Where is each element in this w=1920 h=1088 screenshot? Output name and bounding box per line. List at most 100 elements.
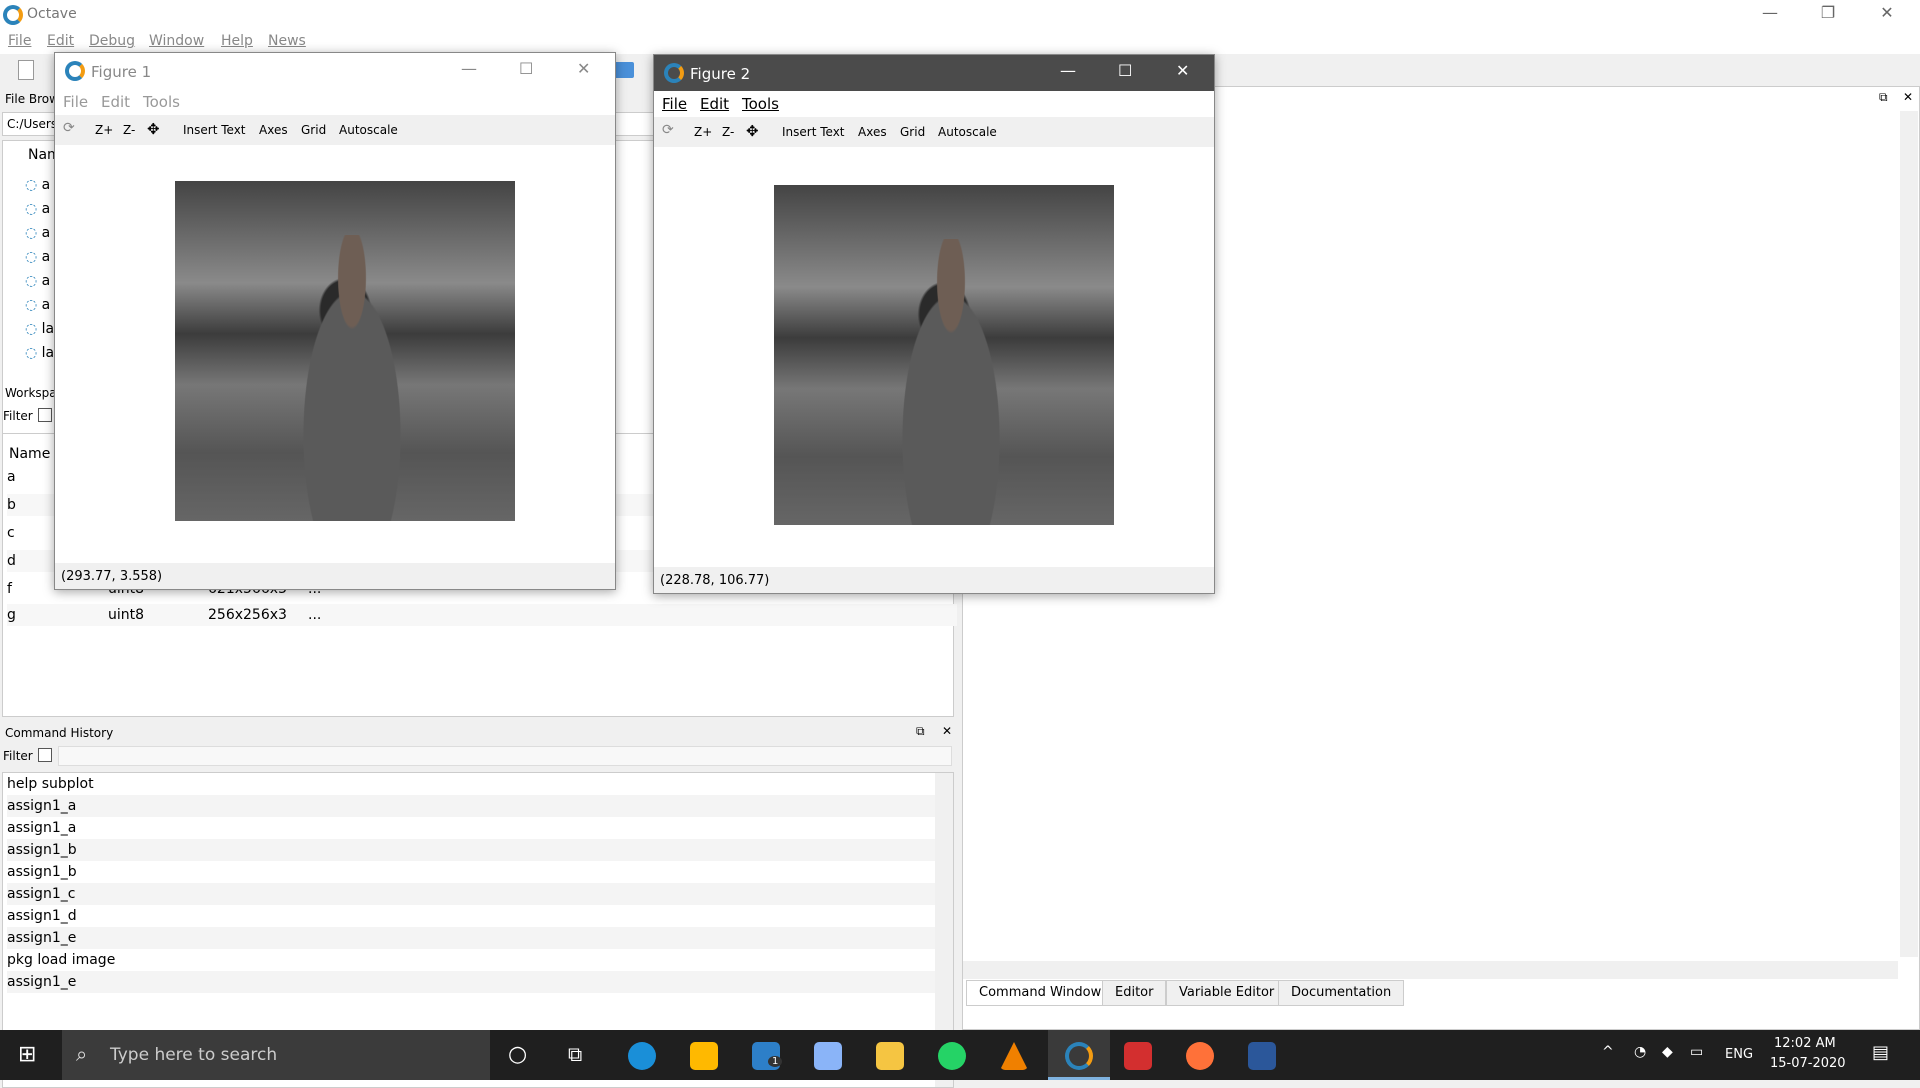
chevron-up-icon[interactable]: ^ [1602, 1044, 1614, 1060]
folder-icon[interactable] [614, 62, 634, 78]
fig2-menu-tools[interactable]: Tools [742, 95, 779, 113]
history-filter-input[interactable] [58, 746, 952, 766]
axes-button[interactable]: Axes [858, 125, 887, 139]
table-row[interactable]: g uint8 256x256x3 ... [7, 604, 957, 626]
octave-taskbar-item[interactable] [1048, 1030, 1110, 1080]
file-explorer-icon[interactable] [876, 1042, 904, 1070]
rotate-icon[interactable]: ⟳ [662, 122, 674, 138]
wifi-icon[interactable]: ◔ [1634, 1044, 1646, 1060]
autoscale-button[interactable]: Autoscale [938, 125, 997, 139]
rotate-icon[interactable]: ⟳ [63, 120, 75, 136]
new-file-icon[interactable] [18, 60, 34, 80]
fig1-menu-edit[interactable]: Edit [101, 93, 130, 111]
file-item[interactable]: ◌ la [25, 317, 54, 341]
zoom-in-button[interactable]: Z+ [95, 123, 113, 137]
file-items: ◌ a ◌ a ◌ a ◌ a ◌ a ◌ a ◌ la ◌ la [25, 173, 54, 365]
mail-icon[interactable]: 1 [752, 1042, 783, 1070]
file-item[interactable]: ◌ a [25, 269, 54, 293]
figure-2-titlebar[interactable]: Figure 2 — ☐ ✕ [654, 55, 1214, 91]
tab-documentation[interactable]: Documentation [1278, 980, 1405, 1006]
grid-button[interactable]: Grid [301, 123, 326, 137]
battery-icon[interactable]: ▭ [1690, 1044, 1703, 1060]
list-item[interactable]: pkg load image [7, 949, 937, 971]
pan-icon[interactable]: ✥ [147, 120, 160, 138]
list-item[interactable]: assign1_a [7, 795, 937, 817]
history-close-icon[interactable]: ✕ [942, 724, 952, 738]
list-item[interactable]: assign1_b [7, 861, 937, 883]
whatsapp-icon[interactable] [938, 1042, 966, 1070]
firefox-icon[interactable] [1186, 1042, 1214, 1070]
grid-button[interactable]: Grid [900, 125, 925, 139]
undock-icon[interactable]: ⧉ [1879, 90, 1888, 105]
insert-text-button[interactable]: Insert Text [183, 123, 246, 137]
tab-editor[interactable]: Editor [1102, 980, 1167, 1006]
insert-text-button[interactable]: Insert Text [782, 125, 845, 139]
command-hscrollbar[interactable] [963, 961, 1898, 979]
windows-start-icon[interactable]: ⊞ [18, 1042, 36, 1067]
minimize-icon[interactable]: — [1755, 3, 1785, 22]
file-item[interactable]: ◌ la [25, 341, 54, 365]
command-vscrollbar[interactable] [1900, 111, 1918, 957]
tab-command-window[interactable]: Command Window [966, 980, 1115, 1006]
taskbar-search-box[interactable]: ⌕ Type here to search [62, 1030, 490, 1080]
maximize-icon[interactable]: ☐ [1118, 61, 1132, 80]
pan-icon[interactable]: ✥ [746, 122, 759, 140]
clock-time[interactable]: 12:02 AM [1774, 1036, 1836, 1051]
file-item[interactable]: ◌ a [25, 197, 54, 221]
figure-1-window[interactable]: Figure 1 — ☐ ✕ File Edit Tools ⟳ Z+ Z- ✥… [54, 52, 616, 590]
cortana-icon[interactable]: ○ [508, 1042, 527, 1067]
undock-icon[interactable]: ⧉ [916, 724, 925, 739]
vlc-icon[interactable] [1000, 1042, 1028, 1070]
file-item[interactable]: ◌ a [25, 293, 54, 317]
minimize-icon[interactable]: — [461, 59, 477, 78]
list-item[interactable]: assign1_e [7, 971, 937, 993]
task-view-icon[interactable]: ⧉ [568, 1042, 582, 1066]
zoom-out-button[interactable]: Z- [123, 123, 135, 137]
menu-help[interactable]: Help [221, 33, 253, 49]
acrobat-icon[interactable] [1124, 1042, 1152, 1070]
menu-debug[interactable]: Debug [89, 33, 135, 49]
list-item[interactable]: assign1_c [7, 883, 937, 905]
fig1-menu-tools[interactable]: Tools [143, 93, 180, 111]
app-icon[interactable] [814, 1042, 842, 1070]
figure-1-titlebar[interactable]: Figure 1 — ☐ ✕ [55, 53, 615, 89]
fig2-menu-edit[interactable]: Edit [700, 95, 729, 113]
list-item[interactable]: assign1_e [7, 927, 937, 949]
edge-icon[interactable] [628, 1042, 656, 1070]
file-item[interactable]: ◌ a [25, 173, 54, 197]
history-filter-checkbox[interactable] [38, 748, 52, 762]
axes-button[interactable]: Axes [259, 123, 288, 137]
list-item[interactable]: assign1_d [7, 905, 937, 927]
store-icon[interactable] [690, 1042, 718, 1070]
word-icon[interactable] [1248, 1042, 1276, 1070]
minimize-icon[interactable]: — [1060, 61, 1076, 80]
clock-date[interactable]: 15-07-2020 [1770, 1056, 1846, 1071]
language-indicator[interactable]: ENG [1725, 1047, 1753, 1062]
dropbox-icon[interactable]: ◆ [1662, 1044, 1673, 1060]
menu-edit[interactable]: Edit [47, 33, 74, 49]
fig1-menu-file[interactable]: File [63, 93, 88, 111]
notifications-icon[interactable]: ▤ [1872, 1042, 1889, 1063]
zoom-in-button[interactable]: Z+ [694, 125, 712, 139]
tab-variable-editor[interactable]: Variable Editor [1166, 980, 1288, 1006]
menu-news[interactable]: News [268, 33, 306, 49]
zoom-out-button[interactable]: Z- [722, 125, 734, 139]
figure-2-window[interactable]: Figure 2 — ☐ ✕ File Edit Tools ⟳ Z+ Z- ✥… [653, 54, 1215, 594]
workspace-filter-checkbox[interactable] [38, 408, 52, 422]
maximize-icon[interactable]: ☐ [519, 59, 533, 78]
file-item[interactable]: ◌ a [25, 221, 54, 245]
menu-window[interactable]: Window [149, 33, 204, 49]
autoscale-button[interactable]: Autoscale [339, 123, 398, 137]
person-silhouette [283, 235, 420, 521]
restore-icon[interactable]: ❐ [1813, 3, 1843, 22]
close-icon[interactable]: ✕ [1176, 61, 1189, 80]
fig2-menu-file[interactable]: File [662, 95, 687, 113]
close-icon[interactable]: ✕ [577, 59, 590, 78]
list-item[interactable]: assign1_b [7, 839, 937, 861]
list-item[interactable]: help subplot [7, 773, 937, 795]
close-icon[interactable]: ✕ [1872, 3, 1902, 22]
file-item[interactable]: ◌ a [25, 245, 54, 269]
menu-file[interactable]: File [8, 33, 31, 49]
list-item[interactable]: assign1_a [7, 817, 937, 839]
pane-close-icon[interactable]: ✕ [1903, 90, 1913, 104]
